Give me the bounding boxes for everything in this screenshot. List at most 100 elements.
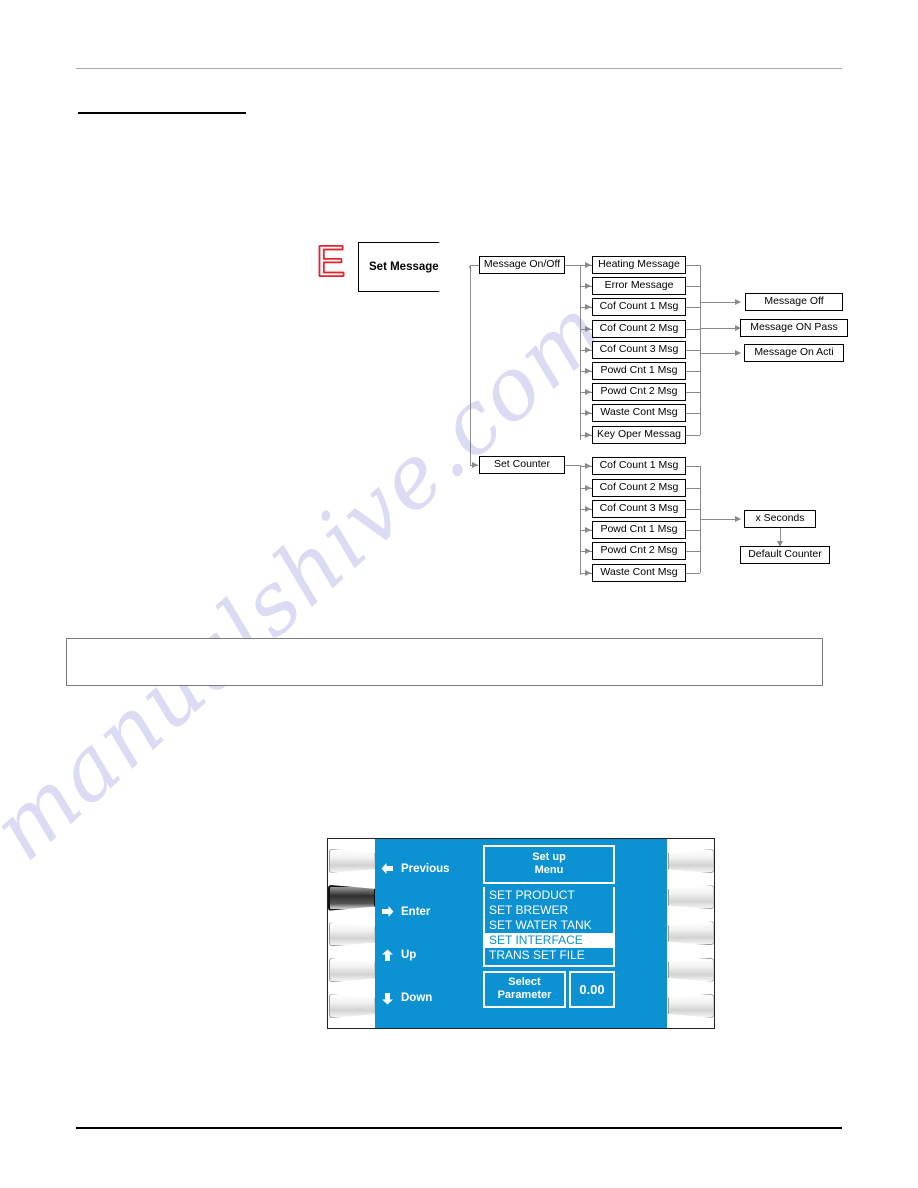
left-button-3[interactable] <box>328 922 375 947</box>
diagram-root-set-message: Set Message <box>358 242 470 292</box>
arrow-down-icon <box>381 992 394 1005</box>
lcd-display: Previous Enter Up Down Set up Menu SET P… <box>375 839 667 1028</box>
lcd-key-up[interactable]: Up <box>381 949 483 962</box>
diagram-child-msg-8: Key Oper Messag <box>592 426 686 444</box>
stub-msg-5-arrow <box>585 367 591 374</box>
lcd-key-enter[interactable]: Enter <box>381 905 483 918</box>
stub-msg-8-arrow <box>585 431 591 438</box>
stub-msg-3-arrow <box>585 325 591 332</box>
right-button-4[interactable] <box>667 957 714 982</box>
outbus-msg-4 <box>686 350 700 351</box>
stub-cnt-3-arrow <box>585 526 591 533</box>
outbus-msg-2 <box>686 307 700 308</box>
lcd-screen-title: Set up Menu <box>483 845 615 884</box>
diagram-child-cnt-4: Powd Cnt 2 Msg <box>592 542 686 560</box>
outbus-msg-3 <box>686 329 700 330</box>
bus-message-on-off-top <box>565 265 580 266</box>
lcd-key-previous[interactable]: Previous <box>381 862 483 875</box>
connector-x-seconds <box>700 519 740 520</box>
stub-cnt-1-arrow <box>585 484 591 491</box>
left-button-4[interactable] <box>328 958 375 983</box>
lcd-key-enter-label: Enter <box>401 905 431 918</box>
lcd-footer: Select Parameter 0.00 <box>483 971 615 1008</box>
select-parameter-label: Select Parameter <box>483 971 566 1008</box>
left-button-2[interactable] <box>327 884 376 911</box>
arrow-right-icon <box>381 905 394 918</box>
left-button-5[interactable] <box>328 994 375 1019</box>
bus-set-counter-top <box>565 465 580 466</box>
diagram-value-default-counter: Default Counter <box>740 546 830 564</box>
left-button-column <box>327 839 376 1028</box>
diagram-child-cnt-1: Cof Count 2 Msg <box>592 479 686 497</box>
lcd-key-down-label: Down <box>401 992 433 1005</box>
stub-cnt-2-arrow <box>585 505 591 512</box>
right-button-1[interactable] <box>667 849 714 874</box>
select-parameter-line1: Select <box>508 976 541 988</box>
outbus-cnt-5 <box>686 573 700 574</box>
diagram-node-set-counter: Set Counter <box>479 456 565 474</box>
menu-item-set-water-tank[interactable]: SET WATER TANK <box>485 918 613 933</box>
select-parameter-line2: Parameter <box>497 989 552 1001</box>
diagram-child-msg-2: Cof Count 1 Msg <box>592 298 686 316</box>
diagram-child-cnt-3: Powd Cnt 1 Msg <box>592 521 686 539</box>
lcd-screen: Set up Menu SET PRODUCT SET BREWER SET W… <box>483 839 615 1028</box>
lcd-key-previous-label: Previous <box>401 862 450 875</box>
left-button-1[interactable] <box>328 848 375 873</box>
right-button-2[interactable] <box>667 885 714 910</box>
outbus-msg-1 <box>686 286 700 287</box>
diagram-node-message-on-off: Message On/Off <box>479 256 565 274</box>
menu-item-set-brewer[interactable]: SET BREWER <box>485 903 613 918</box>
outbus-msg-vertical <box>700 265 701 435</box>
lcd-key-up-label: Up <box>401 949 417 962</box>
diagram-state-message-on-acti: Message On Acti <box>744 344 844 362</box>
brand-letter-e-icon: E <box>315 237 346 286</box>
lcd-key-legend: Previous Enter Up Down <box>375 839 483 1028</box>
diagram-child-msg-5: Powd Cnt 1 Msg <box>592 362 686 380</box>
footer-rule <box>76 1127 842 1129</box>
menu-item-set-interface[interactable]: SET INTERFACE <box>485 933 613 948</box>
diagram-child-msg-7: Waste Cont Msg <box>592 404 686 422</box>
diagram-child-cnt-2: Cof Count 3 Msg <box>592 500 686 518</box>
stub-msg-2-arrow <box>585 303 591 310</box>
diagram-root-label: Set Message <box>369 261 439 273</box>
stub-msg-4-arrow <box>585 346 591 353</box>
connector-state-2 <box>700 353 740 354</box>
diagram-child-msg-6: Powd Cnt 2 Msg <box>592 383 686 401</box>
connector-trunk <box>470 265 471 465</box>
lcd-menu-list: SET PRODUCT SET BREWER SET WATER TANK SE… <box>483 887 615 967</box>
menu-item-trans-set-file[interactable]: TRANS SET FILE <box>485 948 613 963</box>
right-button-column <box>667 839 714 1028</box>
outbus-cnt-4 <box>686 551 700 552</box>
right-button-3[interactable] <box>667 921 714 946</box>
diagram-child-msg-0: Heating Message <box>592 256 686 274</box>
right-button-5[interactable] <box>667 993 714 1018</box>
stub-msg-0-arrow <box>585 261 591 268</box>
stub-cnt-4-arrow <box>585 547 591 554</box>
connector-state-2-arrow <box>735 349 741 356</box>
diagram-state-message-on-pass: Message ON Pass <box>740 319 848 337</box>
outbus-msg-6 <box>686 392 700 393</box>
outbus-msg-8 <box>686 435 700 436</box>
stub-msg-7-arrow <box>585 409 591 416</box>
outbus-cnt-0 <box>686 466 700 467</box>
lcd-screen-title-line2: Menu <box>534 864 564 876</box>
stub-cnt-0-arrow <box>585 462 591 469</box>
connector-setcounter-arrow <box>472 461 478 468</box>
outbus-msg-0 <box>686 265 700 266</box>
note-box <box>66 638 823 686</box>
stub-cnt-5-arrow <box>585 569 591 576</box>
connector-state-1 <box>700 328 740 329</box>
connector-state-0 <box>700 302 740 303</box>
menu-flow-diagram: E Set Message Message On/Off Set Counter… <box>0 0 918 620</box>
arrow-left-icon <box>381 862 394 875</box>
lcd-key-down[interactable]: Down <box>381 992 483 1005</box>
menu-item-set-product[interactable]: SET PRODUCT <box>485 888 613 903</box>
arrow-up-icon <box>381 949 394 962</box>
lcd-screen-title-line1: Set up <box>532 851 566 863</box>
diagram-child-msg-3: Cof Count 2 Msg <box>592 320 686 338</box>
outbus-cnt-1 <box>686 488 700 489</box>
bus-set-counter <box>580 465 581 575</box>
diagram-child-msg-1: Error Message <box>592 277 686 295</box>
control-panel: Previous Enter Up Down Set up Menu SET P… <box>327 838 715 1029</box>
diagram-child-cnt-0: Cof Count 1 Msg <box>592 457 686 475</box>
